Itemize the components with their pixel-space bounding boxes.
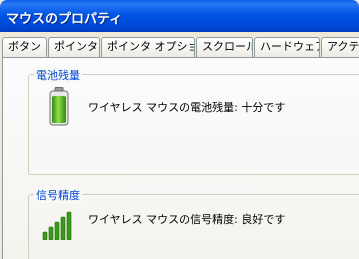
signal-status-text: ワイヤレス マウスの信号精度: 良好です xyxy=(88,213,286,226)
battery-group xyxy=(28,74,359,175)
signal-bar xyxy=(54,221,60,240)
tab-pointers[interactable]: ポインタ xyxy=(48,37,100,57)
tab-strip: ボタン ポインタ ポインタ オプション スクロール ハードウェア アクティ xyxy=(0,36,359,58)
signal-strength-icon xyxy=(42,211,72,240)
tab-scroll[interactable]: スクロール xyxy=(196,37,253,57)
tab-buttons[interactable]: ボタン xyxy=(2,37,47,57)
tab-label: ハードウェア xyxy=(260,40,320,53)
tab-label: ポインタ オプション xyxy=(107,40,194,53)
signal-bar xyxy=(66,211,72,240)
signal-bar xyxy=(48,226,54,240)
battery-full-icon xyxy=(49,87,69,126)
window-title: マウスのプロパティ xyxy=(6,12,123,27)
tab-activity[interactable]: アクティ xyxy=(321,37,359,57)
battery-status-text: ワイヤレス マウスの電池残量: 十分です xyxy=(88,101,286,114)
tab-label: ポインタ xyxy=(54,40,98,53)
title-bar[interactable]: マウスのプロパティ xyxy=(0,0,359,32)
signal-bar xyxy=(42,231,48,240)
tab-label: アクティ xyxy=(327,40,359,53)
tab-pointer-options[interactable]: ポインタ オプション xyxy=(101,37,195,57)
signal-bar xyxy=(60,216,66,240)
tab-label: スクロール xyxy=(202,40,253,53)
tab-hardware[interactable]: ハードウェア xyxy=(254,37,320,57)
tab-label: ボタン xyxy=(8,40,41,53)
signal-group-label: 信号精度 xyxy=(34,187,82,203)
battery-group-label: 電池残量 xyxy=(34,67,82,83)
